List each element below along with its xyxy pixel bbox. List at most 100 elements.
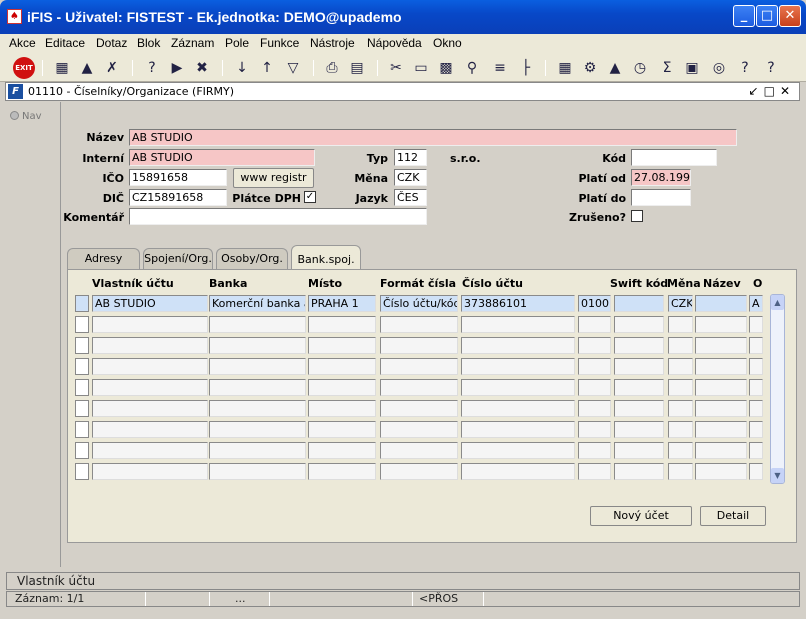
cell-cislo-uctu[interactable]: [461, 379, 575, 396]
detail-button[interactable]: Detail: [700, 506, 766, 526]
cell-swift[interactable]: [578, 400, 611, 417]
cell-banka[interactable]: [209, 442, 306, 459]
find-icon[interactable]: ⚲: [462, 58, 482, 78]
cell-o[interactable]: [749, 337, 763, 354]
zruseno-checkbox[interactable]: [631, 210, 643, 222]
cell-swift[interactable]: [578, 442, 611, 459]
row-selector[interactable]: [75, 337, 89, 354]
cell-swift-extra[interactable]: [614, 442, 664, 459]
cell-cislo-uctu[interactable]: [461, 358, 575, 375]
plati-do-field[interactable]: [631, 189, 691, 206]
plati-od-field[interactable]: 27.08.1999: [631, 169, 691, 186]
print-preview-icon[interactable]: ▤: [347, 58, 367, 78]
cell-misto[interactable]: [308, 316, 376, 333]
cell-format[interactable]: [380, 358, 458, 375]
nazev-field[interactable]: AB STUDIO: [129, 129, 737, 146]
execute-query-icon[interactable]: ▶: [167, 58, 187, 78]
row-selector[interactable]: [75, 421, 89, 438]
exit-icon[interactable]: EXIT: [13, 57, 35, 79]
print-icon[interactable]: ⎙: [322, 58, 342, 78]
close-button[interactable]: ✕: [779, 5, 801, 27]
cell-mena[interactable]: [668, 400, 693, 417]
cell-vlastnik[interactable]: [92, 442, 208, 459]
komentar-field[interactable]: [129, 208, 427, 225]
cell-vlastnik[interactable]: [92, 337, 208, 354]
cell-nazev[interactable]: [695, 442, 747, 459]
filter-icon[interactable]: ▽: [283, 58, 303, 78]
cell-nazev[interactable]: [695, 379, 747, 396]
cell-swift[interactable]: [578, 316, 611, 333]
cell-swift[interactable]: [578, 337, 611, 354]
www-registr-button[interactable]: www registr: [233, 168, 314, 188]
cell-o[interactable]: [749, 379, 763, 396]
cell-misto[interactable]: [308, 358, 376, 375]
query-icon[interactable]: ?: [142, 58, 162, 78]
novy-ucet-button[interactable]: Nový účet: [590, 506, 692, 526]
menu-pole[interactable]: Pole: [225, 36, 249, 50]
mena-field[interactable]: CZK: [394, 169, 427, 186]
sum-icon[interactable]: Σ: [657, 58, 677, 78]
cell-banka[interactable]: [209, 316, 306, 333]
menu-okno[interactable]: Okno: [433, 36, 462, 50]
cell-swift-extra[interactable]: [614, 400, 664, 417]
typ-field[interactable]: 112: [394, 149, 427, 166]
interni-field[interactable]: AB STUDIO: [129, 149, 315, 166]
cell-cislo-uctu[interactable]: 373886101: [461, 295, 575, 312]
menu-napoveda[interactable]: Nápověda: [367, 36, 422, 50]
minimize-button[interactable]: _: [733, 5, 755, 27]
tree-icon[interactable]: ├: [516, 58, 536, 78]
cell-cislo-uctu[interactable]: [461, 463, 575, 480]
add-record-icon[interactable]: ▦: [52, 58, 72, 78]
excel-icon[interactable]: ▣: [682, 58, 702, 78]
paste-icon[interactable]: ▩: [436, 58, 456, 78]
row-selector[interactable]: [75, 400, 89, 417]
cell-nazev[interactable]: [695, 295, 747, 312]
row-selector[interactable]: [75, 463, 89, 480]
cell-format[interactable]: [380, 442, 458, 459]
cell-misto[interactable]: [308, 421, 376, 438]
clock-icon[interactable]: ◷: [630, 58, 650, 78]
cell-swift[interactable]: [578, 463, 611, 480]
cell-misto[interactable]: [308, 400, 376, 417]
cell-vlastnik[interactable]: [92, 400, 208, 417]
cell-o[interactable]: [749, 400, 763, 417]
calculator-icon[interactable]: ▦: [555, 58, 575, 78]
cell-vlastnik[interactable]: [92, 358, 208, 375]
cell-vlastnik[interactable]: [92, 316, 208, 333]
cell-cislo-uctu[interactable]: [461, 337, 575, 354]
row-selector[interactable]: [75, 295, 89, 312]
cell-banka[interactable]: [209, 421, 306, 438]
row-selector[interactable]: [75, 442, 89, 459]
cell-mena[interactable]: [668, 442, 693, 459]
cell-misto[interactable]: [308, 442, 376, 459]
cell-misto[interactable]: [308, 337, 376, 354]
cell-o[interactable]: A: [749, 295, 763, 312]
cell-format[interactable]: [380, 379, 458, 396]
form-window-controls[interactable]: ↙□✕: [749, 84, 795, 98]
ico-field[interactable]: 15891658: [129, 169, 227, 186]
cell-swift[interactable]: 0100: [578, 295, 611, 312]
platce-dph-checkbox[interactable]: ✓: [304, 191, 316, 203]
graph-icon[interactable]: ▲: [605, 58, 625, 78]
row-selector[interactable]: [75, 358, 89, 375]
cell-format[interactable]: [380, 421, 458, 438]
cell-nazev[interactable]: [695, 316, 747, 333]
menu-dotaz[interactable]: Dotaz: [96, 36, 127, 50]
save-icon[interactable]: ▲: [77, 58, 97, 78]
cell-o[interactable]: [749, 358, 763, 375]
cut-icon[interactable]: ✂: [386, 58, 406, 78]
cell-swift[interactable]: [578, 379, 611, 396]
sort-asc-icon[interactable]: ↓: [232, 58, 252, 78]
cell-mena[interactable]: [668, 358, 693, 375]
dic-field[interactable]: CZ15891658: [129, 189, 227, 206]
kod-field[interactable]: [631, 149, 717, 166]
cell-banka[interactable]: [209, 358, 306, 375]
cell-swift-extra[interactable]: [614, 316, 664, 333]
row-selector[interactable]: [75, 379, 89, 396]
help-icon[interactable]: ?: [735, 58, 755, 78]
cell-cislo-uctu[interactable]: [461, 442, 575, 459]
maximize-button[interactable]: □: [756, 5, 778, 27]
copy-icon[interactable]: ▭: [411, 58, 431, 78]
cell-vlastnik[interactable]: [92, 463, 208, 480]
cell-nazev[interactable]: [695, 337, 747, 354]
